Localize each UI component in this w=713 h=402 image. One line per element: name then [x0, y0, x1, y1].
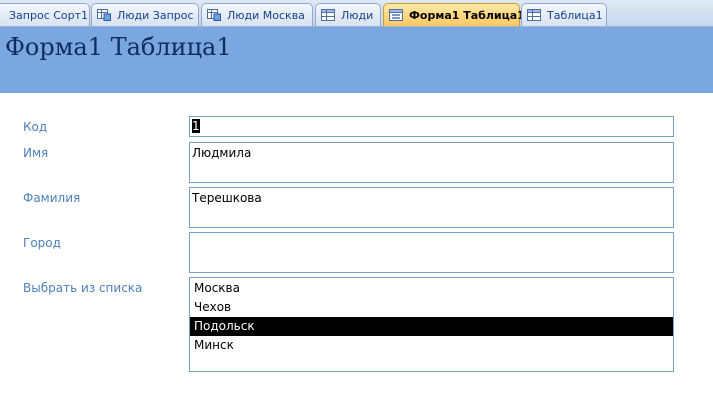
query-icon [207, 9, 221, 21]
list-label: Выбрать из списка [23, 281, 143, 295]
tab-zapros-sort1[interactable]: Запрос Сорт1 [0, 3, 90, 26]
tab-label: Люди Москва [227, 8, 305, 22]
tab-lyudi-moskva[interactable]: Люди Москва [201, 3, 313, 26]
gorod-field[interactable] [189, 232, 674, 273]
tab-label: Форма1 Таблица1 [409, 8, 525, 22]
tab-forma1-tablica1[interactable]: Форма1 Таблица1 [383, 3, 525, 26]
kod-value: 1 [192, 119, 200, 133]
query-icon [97, 9, 111, 21]
tab-label: Люди Запрос [117, 8, 194, 22]
imya-field[interactable]: Людмила [189, 142, 674, 183]
table-icon [321, 9, 335, 21]
kod-label: Код [23, 120, 48, 134]
gorod-label: Город [23, 236, 61, 250]
kod-field[interactable]: 1 [189, 116, 674, 137]
list-option-moskva[interactable]: Москва [190, 279, 673, 298]
familiya-label: Фамилия [23, 191, 81, 205]
tab-label: Таблица1 [547, 8, 603, 22]
tab-label: Запрос Сорт1 [9, 8, 89, 22]
tab-lyudi[interactable]: Люди [315, 3, 381, 26]
tab-label: Люди [341, 8, 374, 22]
city-listbox[interactable]: Москва Чехов Подольск Минск [189, 277, 674, 372]
imya-label: Имя [23, 146, 49, 160]
list-option-chekhov[interactable]: Чехов [190, 298, 673, 317]
form-icon [389, 9, 403, 21]
familiya-field[interactable]: Терешкова [189, 187, 674, 228]
form-header: Форма1 Таблица1 [0, 27, 713, 93]
list-option-podolsk[interactable]: Подольск [190, 317, 673, 336]
table-icon [527, 9, 541, 21]
tab-lyudi-zapros[interactable]: Люди Запрос [91, 3, 199, 26]
document-tab-bar: Запрос Сорт1 Люди Запрос Люди Москва Люд… [0, 0, 713, 27]
form-title: Форма1 Таблица1 [5, 33, 232, 61]
tab-tablica1[interactable]: Таблица1 [521, 3, 607, 26]
list-option-minsk[interactable]: Минск [190, 336, 673, 355]
